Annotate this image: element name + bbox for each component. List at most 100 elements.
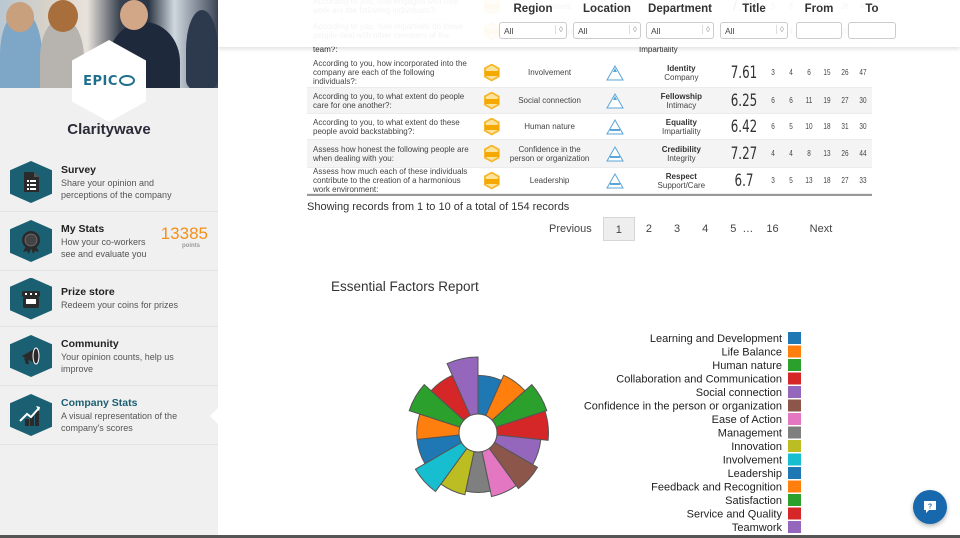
legend-label: Innovation bbox=[731, 441, 782, 453]
location-filter: Location All ◊ bbox=[573, 3, 641, 39]
count-cell: 30 bbox=[859, 96, 867, 105]
page-1-button[interactable]: 1 bbox=[602, 217, 635, 241]
dimension-sub: Support/Care bbox=[657, 180, 706, 190]
pagination-ellipsis: … bbox=[742, 223, 754, 235]
page-4-button[interactable]: 4 bbox=[691, 217, 719, 241]
next-page-button[interactable]: Next bbox=[799, 217, 844, 241]
legend-label: Leadership bbox=[728, 468, 782, 480]
dimension-triangle-icon bbox=[606, 172, 625, 188]
from-date-input[interactable] bbox=[796, 22, 842, 39]
records-summary: Showing records from 1 to 10 of a total … bbox=[307, 201, 570, 213]
region-select[interactable]: All ◊ bbox=[499, 22, 567, 39]
title-select[interactable]: All ◊ bbox=[720, 22, 788, 39]
select-arrows-icon: ◊ bbox=[555, 25, 563, 34]
table-body: According to you, how incorporated into … bbox=[307, 58, 872, 196]
nav-title: Community bbox=[61, 337, 119, 350]
logo-text: EPIC bbox=[83, 74, 135, 89]
score-cell: 6.42 bbox=[730, 116, 758, 137]
table-row: Assess how honest the following people a… bbox=[307, 140, 872, 168]
table-row: According to you, to what extent do peop… bbox=[307, 88, 872, 114]
logo-eye-icon bbox=[118, 74, 135, 86]
count-cell: 10 bbox=[805, 122, 813, 131]
legend-label: Management bbox=[718, 428, 782, 440]
legend-swatch bbox=[788, 494, 801, 506]
count-cell: 18 bbox=[823, 176, 831, 185]
survey-icon bbox=[10, 161, 52, 203]
legend-swatch bbox=[788, 507, 801, 520]
dimension-icon-cell bbox=[593, 145, 639, 162]
dimension-icon-cell bbox=[593, 118, 639, 135]
legend-label: Service and Quality bbox=[687, 509, 783, 521]
question-cell: According to you, to what extent do thes… bbox=[313, 117, 460, 136]
factor-cell: Involvement bbox=[528, 68, 572, 77]
nav-title: Company Stats bbox=[61, 396, 138, 409]
dimension-cell: Respect Support/Care bbox=[638, 172, 724, 190]
legend-swatch bbox=[788, 453, 801, 466]
dimension-cell: Fellowship Intimacy bbox=[638, 92, 724, 110]
chart-growth-icon bbox=[10, 394, 52, 436]
count-cell: 33 bbox=[859, 176, 867, 185]
legend-label: Confidence in the person or organization bbox=[584, 401, 782, 413]
factor-icon-cell bbox=[477, 144, 507, 163]
sidebar-item-survey[interactable]: Survey Share your opinion and perception… bbox=[0, 153, 218, 212]
count-cell: 11 bbox=[805, 96, 813, 105]
sidebar-item-company-stats[interactable]: Company Stats A visual representation of… bbox=[0, 386, 218, 445]
filter-bar: Region All ◊ Location All ◊ Department All… bbox=[218, 0, 960, 47]
legend-label: Collaboration and Communication bbox=[616, 374, 782, 386]
count-cell: 4 bbox=[789, 149, 793, 158]
question-cell: According to you, how incorporated into … bbox=[313, 59, 467, 86]
store-icon bbox=[10, 277, 52, 320]
dimension-main: Fellowship bbox=[660, 91, 703, 101]
dimension-main: Respect bbox=[665, 171, 697, 181]
factor-icon-cell bbox=[477, 117, 507, 136]
location-select[interactable]: All ◊ bbox=[573, 22, 641, 39]
sidebar-item-community[interactable]: Community Your opinion counts, help us i… bbox=[0, 327, 218, 386]
count-cell: 13 bbox=[823, 149, 831, 158]
count-cell: 31 bbox=[841, 122, 849, 131]
main-content: According to you, how engaged with their… bbox=[218, 0, 960, 538]
count-cell: 4 bbox=[771, 149, 775, 158]
help-chat-icon: ? bbox=[924, 501, 936, 513]
help-button[interactable]: ? bbox=[913, 490, 947, 524]
previous-page-button[interactable]: Previous bbox=[538, 217, 603, 241]
legend-swatch bbox=[788, 467, 801, 479]
dimension-icon-cell bbox=[593, 172, 639, 189]
legend-swatch bbox=[788, 426, 801, 439]
select-value: All bbox=[651, 26, 661, 36]
select-value: All bbox=[578, 26, 588, 36]
count-cell: 26 bbox=[841, 68, 849, 77]
legend-label: Involvement bbox=[723, 455, 782, 467]
region-filter: Region All ◊ bbox=[499, 3, 567, 39]
select-value: All bbox=[725, 26, 735, 36]
brand-name: Claritywave bbox=[67, 121, 151, 138]
to-date-input[interactable] bbox=[848, 22, 896, 39]
department-select[interactable]: All ◊ bbox=[646, 22, 714, 39]
megaphone-icon bbox=[10, 335, 52, 377]
factor-icon-cell bbox=[477, 171, 507, 190]
question-cell: According to you, to what extent do peop… bbox=[313, 91, 465, 110]
page-16-button[interactable]: 16 bbox=[755, 217, 798, 241]
table-row: Assess how much each of these individual… bbox=[307, 167, 872, 194]
page-5-button[interactable]: 5 bbox=[719, 217, 740, 241]
pagination: Previous 1 2 3 4 5 … 16 Next bbox=[538, 217, 843, 241]
sidebar-item-prize-store[interactable]: Prize store Redeem your coins for prizes bbox=[0, 271, 218, 327]
count-cell: 15 bbox=[823, 68, 831, 77]
filter-label: Department bbox=[648, 3, 712, 15]
page-3-button[interactable]: 3 bbox=[663, 217, 691, 241]
count-cell: 26 bbox=[841, 149, 849, 158]
table-row: According to you, how incorporated into … bbox=[307, 58, 872, 88]
count-cell: 5 bbox=[789, 122, 793, 131]
points-label: points bbox=[182, 243, 200, 249]
dimension-sub: Integrity bbox=[667, 153, 696, 163]
sidebar-item-my-stats[interactable]: My Stats How your co-workers see and eva… bbox=[0, 212, 218, 271]
page-2-button[interactable]: 2 bbox=[635, 217, 663, 241]
factor-hex-icon bbox=[483, 117, 500, 136]
nav-text: Community Your opinion counts, help us i… bbox=[61, 338, 189, 375]
nav-text: Company Stats A visual representation of… bbox=[61, 397, 189, 434]
select-arrows-icon: ◊ bbox=[629, 25, 637, 34]
factor-cell: Social connection bbox=[518, 96, 581, 105]
nav-title: Prize store bbox=[61, 286, 115, 298]
filter-label: Location bbox=[583, 3, 631, 15]
legend-label: Teamwork bbox=[732, 522, 783, 534]
hero-face bbox=[120, 0, 148, 30]
